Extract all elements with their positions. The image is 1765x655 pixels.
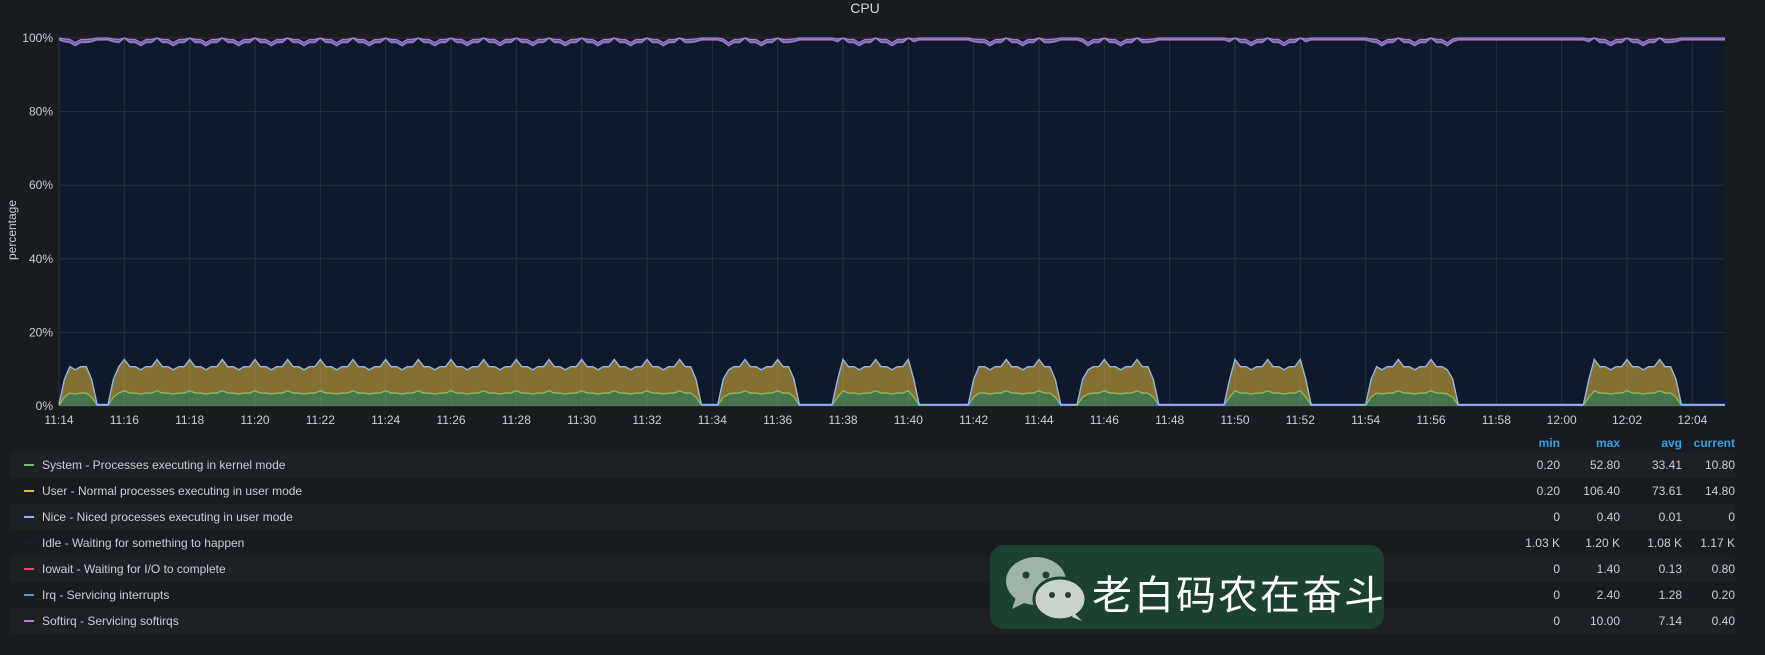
x-tick-label: 11:16 (110, 413, 139, 427)
cpu-panel: CPU percentage 0% 20% 40% 60% 80% 100% 11:14 1… (0, 0, 1765, 655)
x-tick-label: 11:58 (1482, 413, 1511, 427)
legend-row[interactable]: Softirq - Servicing softirqs 0 10.00 7.14 0.… (10, 608, 1735, 634)
y-tick-label: 40% (29, 252, 53, 266)
legend-value-max: 52.80 (1589, 458, 1620, 472)
x-tick-label: 11:22 (306, 413, 335, 427)
legend-series-name[interactable]: Irq - Servicing interrupts (42, 588, 169, 602)
legend-value-max: 10.00 (1589, 614, 1620, 628)
legend-value-max: 1.20 K (1585, 536, 1620, 550)
y-tick-label: 0% (36, 399, 54, 413)
y-tick-label: 20% (29, 325, 53, 339)
legend-series-name[interactable]: Nice - Niced processes executing in user… (42, 510, 293, 524)
x-tick-label: 11:42 (959, 413, 988, 427)
legend-value-current: 0.80 (1711, 562, 1735, 576)
x-tick-label: 12:00 (1547, 413, 1577, 427)
wechat-icon (1006, 557, 1088, 622)
x-tick-label: 11:38 (828, 413, 857, 427)
y-tick-label: 100% (22, 31, 53, 45)
x-tick-label: 11:18 (175, 413, 204, 427)
legend-swatch[interactable] (24, 490, 34, 492)
x-tick-label: 11:40 (894, 413, 923, 427)
legend-swatch[interactable] (24, 594, 34, 596)
legend-swatch[interactable] (24, 516, 34, 518)
x-tick-label: 11:54 (1351, 413, 1380, 427)
legend-value-current: 0.40 (1711, 614, 1735, 628)
x-tick-label: 11:44 (1024, 413, 1053, 427)
legend-value-current: 0 (1728, 510, 1735, 524)
legend-row[interactable]: Iowait - Waiting for I/O to complete 0 1.4… (10, 556, 1735, 582)
watermark: 老白码农在奋斗 (990, 545, 1384, 629)
series-area-3[interactable] (59, 38, 1725, 405)
legend-value-current: 10.80 (1704, 458, 1735, 472)
legend-swatch[interactable] (24, 568, 34, 570)
legend-series-name[interactable]: Softirq - Servicing softirqs (42, 614, 179, 628)
legend-value-max: 106.40 (1583, 484, 1620, 498)
y-ticks: 0% 20% 40% 60% 80% 100% (22, 31, 53, 413)
legend-table: min max avg current System - Processes e… (10, 432, 1735, 634)
legend-value-max: 0.40 (1596, 510, 1620, 524)
legend-header: min max avg current (10, 432, 1735, 452)
x-tick-label: 11:30 (567, 413, 596, 427)
watermark-text: 老白码农在奋斗 (1092, 573, 1386, 619)
legend-series-name[interactable]: Iowait - Waiting for I/O to complete (42, 562, 226, 576)
x-tick-label: 11:48 (1155, 413, 1184, 427)
y-tick-label: 60% (29, 178, 53, 192)
x-tick-label: 11:50 (1220, 413, 1249, 427)
legend-row[interactable]: Idle - Waiting for something to happen 1.… (10, 530, 1735, 556)
x-tick-label: 11:52 (1286, 413, 1315, 427)
x-tick-label: 11:26 (436, 413, 465, 427)
legend-swatch[interactable] (24, 620, 34, 622)
y-tick-label: 80% (29, 105, 53, 119)
legend-row[interactable]: Irq - Servicing interrupts 0 2.40 1.28 0.20 (10, 582, 1735, 608)
legend-col-current[interactable]: current (1665, 436, 1735, 450)
series-areas (58, 37, 1725, 406)
x-tick-label: 12:02 (1612, 413, 1642, 427)
legend-col-max[interactable]: max (1550, 436, 1620, 450)
x-tick-label: 11:24 (371, 413, 400, 427)
x-ticks: 11:14 11:16 11:18 11:20 11:22 11:24 11:26 11:28… (44, 413, 1707, 427)
legend-value-current: 1.17 K (1700, 536, 1735, 550)
legend-rows: System - Processes executing in kernel m… (10, 452, 1735, 634)
x-tick-label: 11:28 (502, 413, 531, 427)
x-tick-label: 11:56 (1416, 413, 1445, 427)
legend-value-max: 1.40 (1596, 562, 1620, 576)
legend-series-name[interactable]: User - Normal processes executing in use… (42, 484, 302, 498)
legend-series-name[interactable]: Idle - Waiting for something to happen (42, 536, 244, 550)
legend-series-name[interactable]: System - Processes executing in kernel m… (42, 458, 285, 472)
x-tick-label: 11:36 (763, 413, 792, 427)
x-tick-label: 11:14 (44, 413, 73, 427)
legend-swatch[interactable] (24, 542, 34, 544)
legend-row[interactable]: System - Processes executing in kernel m… (10, 452, 1735, 478)
cpu-chart[interactable]: 0%20%40%60%80%100% 11:14 11:16 11:18 11:20 1… (0, 0, 1765, 430)
x-tick-label: 11:34 (698, 413, 727, 427)
legend-value-max: 2.40 (1596, 588, 1620, 602)
legend-swatch[interactable] (24, 464, 34, 466)
legend-value-current: 0.20 (1711, 588, 1735, 602)
legend-row[interactable]: Nice - Niced processes executing in user… (10, 504, 1735, 530)
legend-value-current: 14.80 (1704, 484, 1735, 498)
x-tick-label: 11:32 (632, 413, 661, 427)
x-tick-label: 12:04 (1677, 413, 1707, 427)
x-tick-label: 11:46 (1090, 413, 1119, 427)
x-tick-label: 11:20 (240, 413, 269, 427)
legend-row[interactable]: User - Normal processes executing in use… (10, 478, 1735, 504)
